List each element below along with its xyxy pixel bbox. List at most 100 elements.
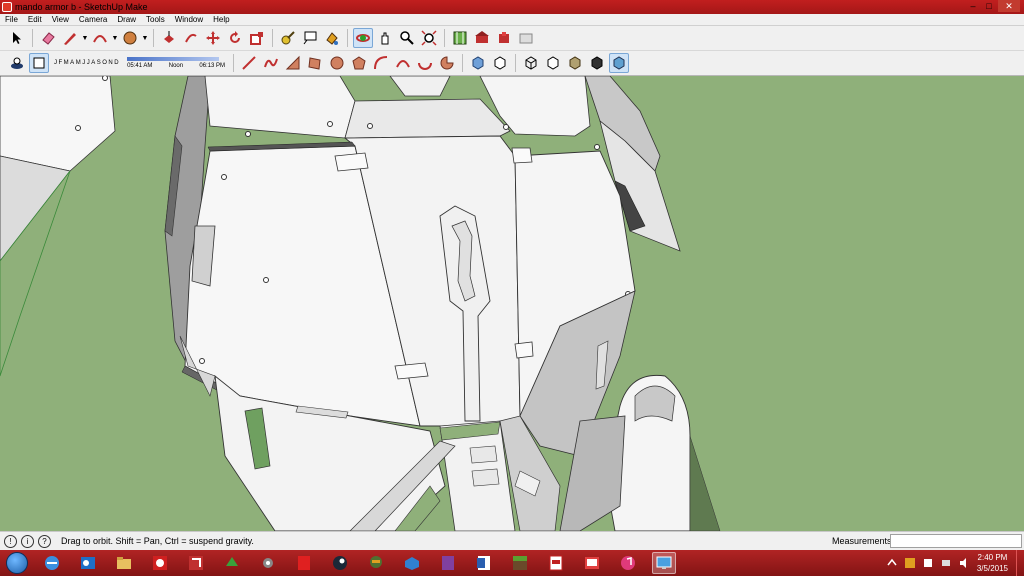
warehouse-icon[interactable]: [472, 28, 492, 48]
quicken-icon[interactable]: [148, 552, 172, 574]
month-label: O: [102, 60, 108, 66]
follow-me-icon[interactable]: [181, 28, 201, 48]
sketchup-layout-icon[interactable]: [400, 552, 424, 574]
start-button[interactable]: [0, 550, 34, 576]
halo-icon[interactable]: [364, 552, 388, 574]
wireframe-icon[interactable]: [521, 53, 541, 73]
network-icon[interactable]: [940, 557, 952, 569]
text-icon[interactable]: [300, 28, 320, 48]
minimize-button[interactable]: –: [966, 0, 980, 12]
three-point-arc-icon[interactable]: [415, 53, 435, 73]
shadow-settings-icon[interactable]: [29, 53, 49, 73]
credits-icon[interactable]: i: [21, 534, 34, 548]
monochrome-icon[interactable]: [587, 53, 607, 73]
chevron-down-icon[interactable]: ▼: [141, 28, 149, 48]
steam-icon[interactable]: [328, 552, 352, 574]
orbit-icon[interactable]: [353, 28, 373, 48]
rectangle-icon[interactable]: [283, 53, 303, 73]
menu-view[interactable]: View: [47, 15, 74, 24]
menu-window[interactable]: Window: [170, 15, 208, 24]
rotate-icon[interactable]: [225, 28, 245, 48]
quicken-tray-icon[interactable]: [904, 557, 916, 569]
model-viewport[interactable]: [0, 76, 1024, 531]
extension-icon[interactable]: [494, 28, 514, 48]
sketchup-app-icon[interactable]: [2, 2, 12, 12]
pdf-icon[interactable]: [544, 552, 568, 574]
help-icon[interactable]: ?: [38, 534, 51, 548]
shaded-icon[interactable]: [565, 53, 585, 73]
geo-location-icon[interactable]: !: [4, 534, 17, 548]
armor-model[interactable]: [0, 76, 1024, 531]
show-hidden-icon[interactable]: [886, 557, 898, 569]
menu-file[interactable]: File: [0, 15, 23, 24]
push-pull-icon[interactable]: [159, 28, 179, 48]
clock[interactable]: 2:40 PM 3/5/2015: [977, 552, 1008, 574]
outlook-icon[interactable]: [76, 552, 100, 574]
select-icon[interactable]: [7, 28, 27, 48]
month-label: S: [96, 60, 102, 66]
move-icon[interactable]: [203, 28, 223, 48]
ie-icon[interactable]: [40, 552, 64, 574]
paint-icon[interactable]: [322, 28, 342, 48]
paint-bucket-icon[interactable]: [120, 28, 140, 48]
status-bar: ! i ? Drag to orbit. Shift = Pan, Ctrl =…: [0, 531, 1024, 550]
measurements-label: Measurements: [832, 536, 892, 546]
menu-tools[interactable]: Tools: [141, 15, 170, 24]
rotated-rectangle-icon[interactable]: [305, 53, 325, 73]
sketchup-icon[interactable]: [184, 552, 208, 574]
hidden-line-icon[interactable]: [543, 53, 563, 73]
time-slider-panel[interactable]: 05:41 AM Noon 06:13 PM: [127, 57, 225, 69]
zoom-extents-icon[interactable]: [419, 28, 439, 48]
polygon-icon[interactable]: [349, 53, 369, 73]
acrobat-icon[interactable]: [292, 552, 316, 574]
pan-icon[interactable]: [375, 28, 395, 48]
map-icon[interactable]: [450, 28, 470, 48]
tape-measure-icon[interactable]: [278, 28, 298, 48]
word-icon[interactable]: [472, 552, 496, 574]
settings-icon[interactable]: [256, 552, 280, 574]
menu-draw[interactable]: Draw: [112, 15, 141, 24]
windows-taskbar: 2:40 PM 3/5/2015: [0, 550, 1024, 576]
shadow-settings-panel[interactable]: J F M A M J J A S O N D: [54, 60, 119, 66]
freehand-icon[interactable]: [261, 53, 281, 73]
display-icon[interactable]: [652, 552, 676, 574]
pie-icon[interactable]: [437, 53, 457, 73]
arc-tool-icon[interactable]: [371, 53, 391, 73]
xray-icon[interactable]: [468, 53, 488, 73]
title-bar: mando armor b - SketchUp Make – □ ✕: [0, 0, 1024, 14]
presentation-icon[interactable]: [580, 552, 604, 574]
circle-icon[interactable]: [327, 53, 347, 73]
share-icon[interactable]: [516, 28, 536, 48]
menu-help[interactable]: Help: [208, 15, 234, 24]
two-point-arc-icon[interactable]: [393, 53, 413, 73]
show-desktop-button[interactable]: [1016, 550, 1024, 576]
shadows-toggle-icon[interactable]: [7, 53, 27, 73]
window-title: mando armor b - SketchUp Make: [15, 2, 148, 12]
winrar-icon[interactable]: [436, 552, 460, 574]
pencil-line-icon[interactable]: [60, 28, 80, 48]
measurements-input[interactable]: [890, 534, 1022, 548]
volume-icon[interactable]: [958, 557, 970, 569]
shaded-textures-icon[interactable]: [609, 53, 630, 73]
close-button[interactable]: ✕: [998, 0, 1020, 12]
toolbar-separator: [32, 29, 33, 47]
zoom-icon[interactable]: [397, 28, 417, 48]
chevron-down-icon[interactable]: ▼: [111, 28, 119, 48]
month-label: N: [108, 60, 114, 66]
scale-icon[interactable]: [247, 28, 267, 48]
back-edges-icon[interactable]: [490, 53, 510, 73]
menu-edit[interactable]: Edit: [23, 15, 47, 24]
minecraft-icon[interactable]: [508, 552, 532, 574]
chevron-down-icon[interactable]: ▼: [81, 28, 89, 48]
explorer-icon[interactable]: [112, 552, 136, 574]
time-slider[interactable]: [127, 57, 220, 61]
game-icon[interactable]: [220, 552, 244, 574]
itunes-icon[interactable]: [616, 552, 640, 574]
line-icon[interactable]: [239, 53, 259, 73]
toolbar-separator: [272, 29, 273, 47]
eraser-icon[interactable]: [38, 28, 58, 48]
menu-camera[interactable]: Camera: [74, 15, 112, 24]
arc-icon[interactable]: [90, 28, 110, 48]
maximize-button[interactable]: □: [982, 0, 996, 12]
flag-icon[interactable]: [922, 557, 934, 569]
